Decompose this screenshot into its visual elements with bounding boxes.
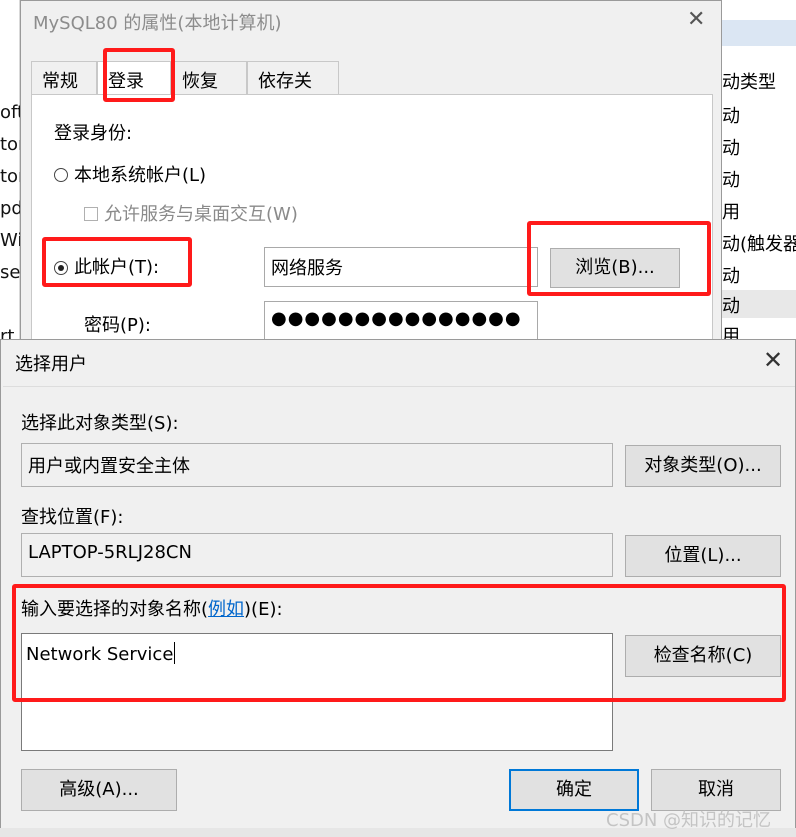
bg-startup-cell: 动	[722, 266, 740, 287]
local-system-radio[interactable]	[54, 168, 68, 182]
close-icon[interactable]: ✕	[687, 7, 705, 32]
bg-startup-type-header: 动类型	[722, 72, 776, 93]
logon-tab-panel: 登录身份: 本地系统帐户(L) 允许服务与桌面交互(W) 此帐户(T): 网络服…	[31, 94, 713, 347]
bg-startup-cell: 动	[722, 296, 740, 317]
location-field: LAPTOP-5RLJ28CN	[21, 533, 613, 577]
enter-names-label: 输入要选择的对象名称(例如)(E):	[21, 595, 283, 621]
object-types-button[interactable]: 对象类型(O)...	[625, 445, 781, 487]
this-account-label: 此帐户(T):	[74, 257, 160, 278]
tab-label: 恢复	[182, 71, 218, 92]
tab-dependencies[interactable]: 依存关系	[247, 61, 339, 118]
check-names-button[interactable]: 检查名称(C)	[625, 635, 781, 677]
tab-recovery[interactable]: 恢复	[171, 61, 247, 95]
advanced-button[interactable]: 高级(A)...	[21, 769, 177, 811]
service-properties-dialog: MySQL80 的属性(本地计算机) ✕ 常规 登录 恢复 依存关系 登录身份:…	[20, 0, 722, 347]
password-label: 密码(P):	[84, 315, 151, 336]
enter-names-label-post: )(E):	[244, 599, 283, 620]
bg-startup-cell: 动	[722, 170, 740, 191]
bg-fragment: se	[0, 262, 21, 283]
dialog-title: 选择用户	[15, 354, 87, 375]
location-label: 查找位置(F):	[21, 507, 124, 528]
tab-logon[interactable]: 登录	[97, 61, 171, 95]
tab-label: 常规	[42, 71, 78, 92]
object-names-input[interactable]: Network Service	[21, 633, 613, 751]
text-caret	[174, 642, 176, 664]
dialog-title: MySQL80 的属性(本地计算机)	[33, 13, 282, 34]
object-type-field: 用户或内置安全主体	[21, 443, 613, 487]
bg-column-header-bar	[712, 20, 796, 46]
bg-startup-cell: 用	[722, 202, 740, 223]
watermark-text: CSDN @知识的记忆	[606, 810, 772, 831]
select-user-dialog: 选择用户 ✕ 选择此对象类型(S): 用户或内置安全主体 对象类型(O)... …	[0, 339, 796, 837]
allow-desktop-label: 允许服务与桌面交互(W)	[104, 204, 298, 225]
allow-desktop-checkbox[interactable]	[84, 207, 98, 221]
tab-label: 登录	[108, 71, 144, 92]
close-icon[interactable]: ✕	[763, 346, 783, 374]
browse-button[interactable]: 浏览(B)...	[550, 248, 680, 288]
ok-button[interactable]: 确定	[509, 769, 639, 811]
object-names-text: Network Service	[26, 644, 174, 665]
select-user-content: 选择此对象类型(S): 用户或内置安全主体 对象类型(O)... 查找位置(F)…	[3, 386, 795, 836]
tab-general[interactable]: 常规	[31, 61, 97, 95]
this-account-radio[interactable]	[54, 261, 68, 275]
bg-startup-cell: 动	[722, 106, 740, 127]
bg-startup-cell: 动(触发器	[722, 234, 796, 255]
logon-as-label: 登录身份:	[54, 123, 133, 144]
cancel-button[interactable]: 取消	[651, 769, 781, 811]
locations-button[interactable]: 位置(L)...	[625, 535, 781, 577]
account-field[interactable]: 网络服务	[264, 247, 538, 287]
bg-startup-cell: 动	[722, 138, 740, 159]
object-type-label: 选择此对象类型(S):	[21, 413, 179, 434]
examples-link[interactable]: 例如	[208, 599, 244, 620]
enter-names-label-pre: 输入要选择的对象名称(	[21, 599, 209, 620]
local-system-label: 本地系统帐户(L)	[74, 165, 207, 186]
